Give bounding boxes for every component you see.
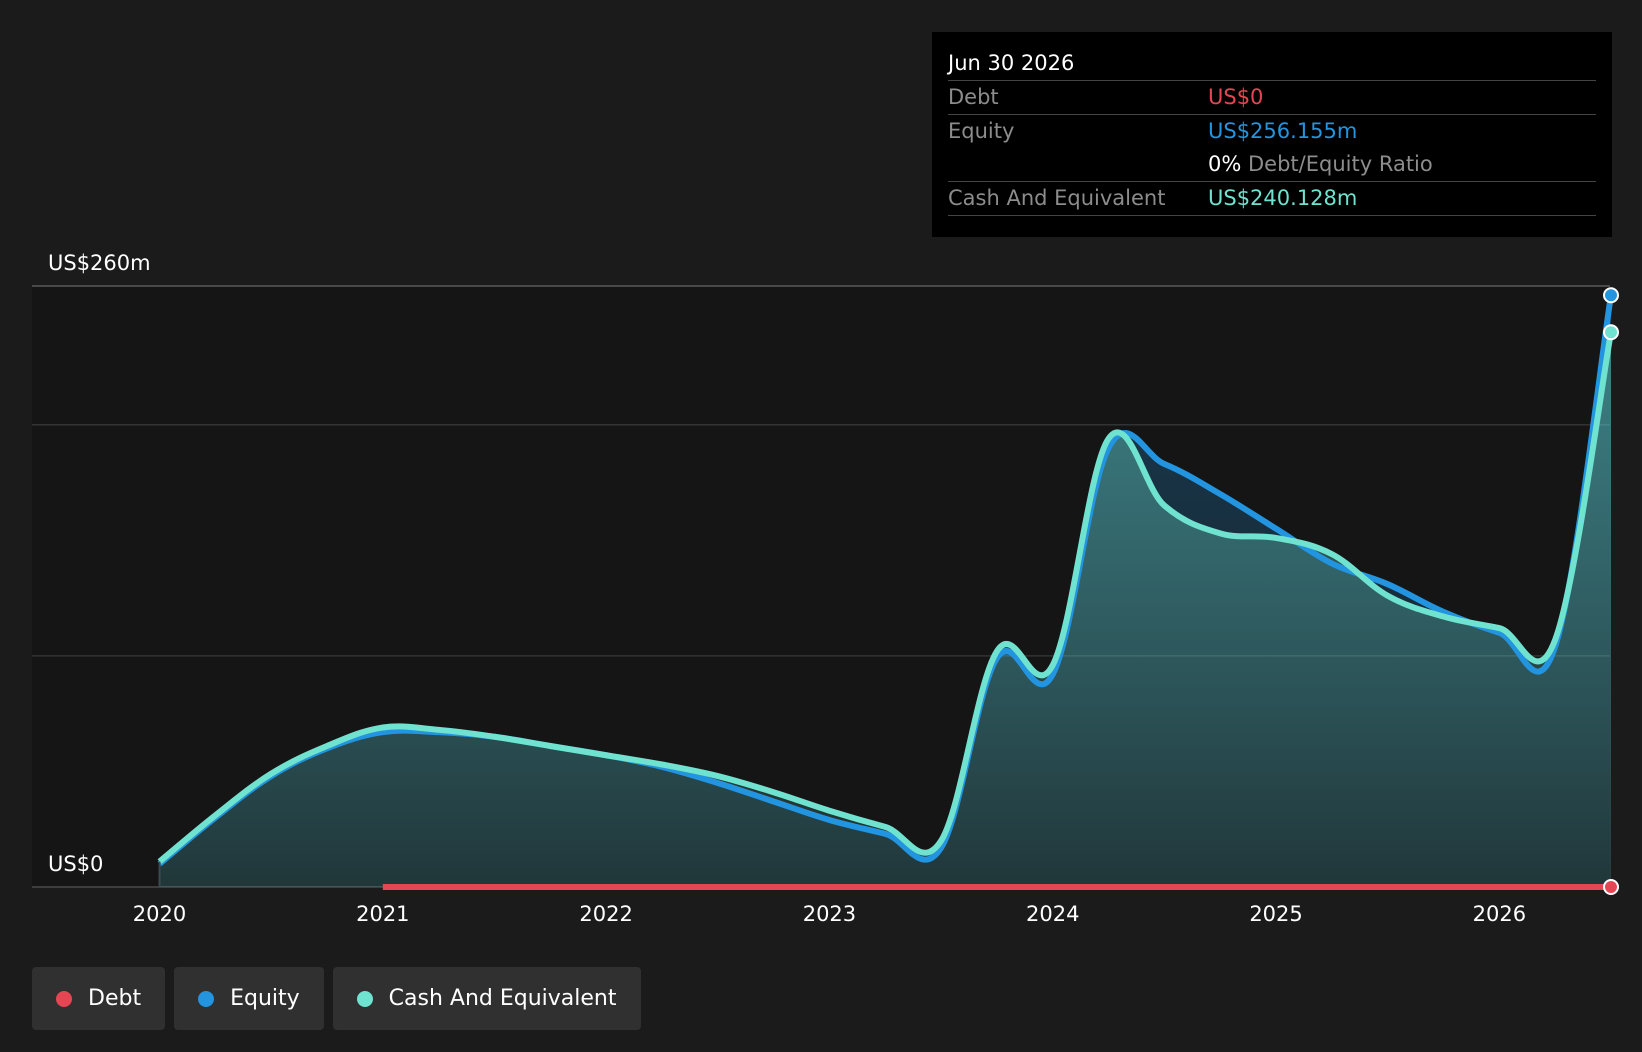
tooltip-equity-label: Equity [948,119,1015,143]
cash-highlight-point [1603,324,1619,341]
data-tooltip: Jun 30 2026 Debt US$0 Equity US$256.155m… [932,32,1612,237]
equity-highlight-point [1603,287,1619,304]
equity-dot-icon [198,990,215,1007]
tooltip-ratio-row: 0% Debt/Equity Ratio [948,148,1596,182]
tooltip-equity-row: Equity US$256.155m [948,115,1596,148]
tooltip-debt-value: US$0 [1208,85,1264,109]
tooltip-cash-label: Cash And Equivalent [948,186,1166,210]
chart-legend: Debt Equity Cash And Equivalent [32,967,641,1030]
legend-equity-label: Equity [230,986,300,1011]
x-tick-label: 2026 [1473,902,1526,926]
x-tick-label: 2022 [579,902,632,926]
tooltip-ratio-value: 0% [1208,152,1242,176]
tooltip-cash-row: Cash And Equivalent US$240.128m [948,182,1596,216]
tooltip-ratio-label: Debt/Equity Ratio [1248,152,1433,176]
debt-dot-icon [56,990,72,1007]
cash-dot-icon [356,990,373,1007]
y-axis-top-label: US$260m [48,251,151,275]
legend-item-equity[interactable]: Equity [174,967,324,1030]
x-tick-label: 2025 [1249,902,1302,926]
x-tick-label: 2024 [1026,902,1079,926]
legend-debt-label: Debt [88,986,142,1011]
y-axis-bottom-label: US$0 [48,852,103,876]
x-tick-label: 2023 [803,902,856,926]
tooltip-date: Jun 30 2026 [948,44,1596,81]
legend-item-cash[interactable]: Cash And Equivalent [332,967,641,1030]
tooltip-debt-row: Debt US$0 [948,81,1596,115]
x-axis: 2020 2021 2022 2023 2024 2025 2026 [133,902,1526,926]
legend-item-debt[interactable]: Debt [32,967,166,1030]
debt-highlight-point [1603,879,1619,895]
x-tick-label: 2021 [356,902,409,926]
tooltip-cash-value: US$240.128m [1208,186,1358,210]
x-tick-label: 2020 [133,902,186,926]
legend-cash-label: Cash And Equivalent [388,986,617,1011]
tooltip-debt-label: Debt [948,85,999,109]
tooltip-equity-value: US$256.155m [1208,119,1358,143]
